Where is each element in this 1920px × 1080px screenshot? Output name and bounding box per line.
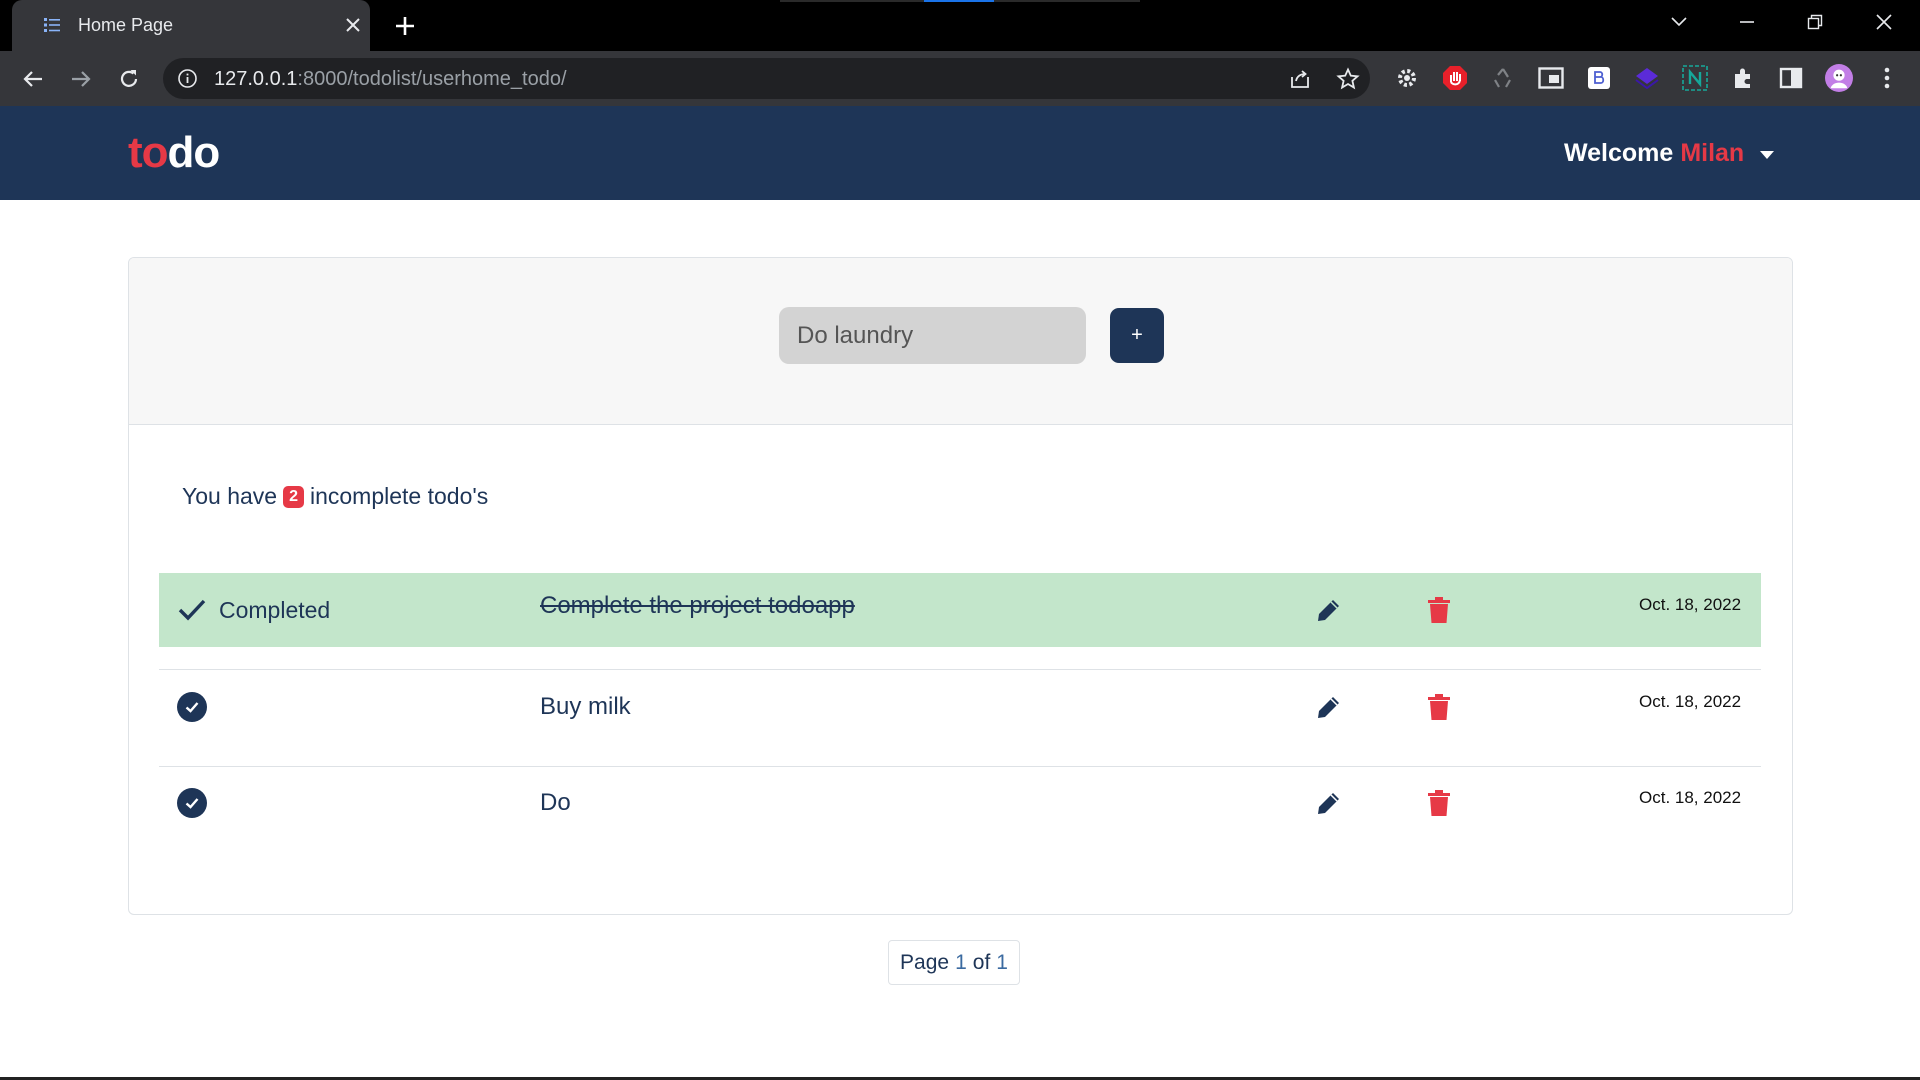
status-cell[interactable] — [177, 766, 207, 840]
tab-strip: Home Page — [0, 0, 1920, 51]
trash-icon[interactable] — [1427, 789, 1451, 817]
restore-icon[interactable] — [1797, 8, 1833, 36]
todo-row-completed: Completed Complete the project todoapp O… — [159, 573, 1761, 647]
site-navbar: todo Welcome Milan — [0, 106, 1920, 200]
todo-card: + You have 2 incomplete todo's Completed… — [128, 257, 1793, 915]
address-bar[interactable]: 127.0.0.1:8000/todolist/userhome_todo/ — [163, 58, 1370, 99]
puzzle-extension-icon[interactable] — [1729, 64, 1757, 92]
pencil-icon[interactable] — [1316, 790, 1342, 816]
browser-toolbar: 127.0.0.1:8000/todolist/userhome_todo/ — [0, 51, 1920, 106]
b-extension-icon[interactable] — [1585, 64, 1613, 92]
window-extension-icon[interactable] — [1537, 64, 1565, 92]
caret-down-icon — [1760, 150, 1775, 159]
profile-avatar-icon[interactable] — [1825, 64, 1853, 92]
complete-toggle-icon[interactable] — [177, 692, 207, 722]
todo-date: Oct. 18, 2022 — [1639, 788, 1742, 807]
adblock-extension-icon[interactable] — [1441, 64, 1469, 92]
tab-search-icon[interactable] — [1661, 8, 1697, 36]
n-extension-icon[interactable] — [1681, 64, 1709, 92]
pencil-icon[interactable] — [1316, 694, 1342, 720]
incomplete-count-badge: 2 — [283, 485, 304, 508]
trash-icon[interactable] — [1427, 596, 1451, 624]
todo-row: Buy milk Oct. 18, 2022 — [159, 670, 1761, 744]
status-label: Completed — [219, 596, 331, 623]
status-cell[interactable]: Completed — [177, 573, 330, 647]
new-task-input[interactable] — [779, 307, 1086, 364]
user-dropdown[interactable]: Welcome Milan — [1564, 139, 1775, 168]
summary-suffix: incomplete todo's — [309, 483, 489, 509]
close-window-icon[interactable] — [1866, 8, 1902, 36]
recycle-extension-icon[interactable] — [1489, 64, 1517, 92]
summary-prefix: You have — [182, 483, 278, 509]
username: Milan — [1680, 139, 1745, 167]
reload-icon[interactable] — [113, 63, 145, 95]
todo-date: Oct. 18, 2022 — [1639, 692, 1742, 711]
share-icon[interactable] — [1288, 67, 1312, 91]
close-tab-icon[interactable] — [340, 12, 366, 38]
page-label: Page — [900, 950, 950, 974]
current-page: 1 — [955, 950, 967, 974]
complete-toggle-icon[interactable] — [177, 788, 207, 818]
total-pages: 1 — [996, 950, 1008, 974]
incomplete-summary: You have 2 incomplete todo's — [182, 483, 488, 510]
todo-row: Do Oct. 18, 2022 — [159, 766, 1761, 840]
check-icon — [178, 599, 206, 621]
pagination-indicator: Page 1 of 1 — [888, 940, 1020, 985]
star-icon[interactable] — [1336, 67, 1360, 91]
add-task-button[interactable]: + — [1110, 308, 1164, 363]
brand-logo[interactable]: todo — [128, 128, 221, 178]
gear-extension-icon[interactable] — [1393, 64, 1421, 92]
url-text[interactable]: 127.0.0.1:8000/todolist/userhome_todo/ — [214, 68, 567, 91]
todo-title: Buy milk — [540, 693, 631, 720]
back-icon[interactable] — [17, 63, 49, 95]
forward-icon[interactable] — [65, 63, 97, 95]
card-header: + — [129, 258, 1792, 425]
menu-dots-icon[interactable] — [1873, 64, 1901, 92]
todo-date: Oct. 18, 2022 — [1639, 595, 1742, 614]
info-icon[interactable] — [177, 68, 198, 89]
url-path: :8000/todolist/userhome_todo/ — [297, 68, 567, 90]
todo-title: Complete the project todoapp — [540, 592, 855, 619]
browser-tab[interactable]: Home Page — [12, 0, 370, 51]
new-tab-icon[interactable] — [390, 11, 420, 41]
tab-title: Home Page — [78, 15, 174, 35]
list-icon — [44, 18, 60, 32]
loading-indicator — [924, 0, 994, 2]
minimize-icon[interactable] — [1729, 8, 1765, 36]
of-label: of — [972, 950, 991, 974]
trash-icon[interactable] — [1427, 693, 1451, 721]
brand-part-do: do — [167, 128, 221, 177]
welcome-label: Welcome — [1564, 139, 1674, 167]
side-panel-icon[interactable] — [1777, 64, 1805, 92]
brand-part-to: to — [128, 128, 169, 177]
todo-title: Do — [540, 789, 571, 816]
status-cell[interactable] — [177, 670, 207, 744]
pencil-icon[interactable] — [1316, 597, 1342, 623]
layers-extension-icon[interactable] — [1633, 64, 1661, 92]
url-host: 127.0.0.1 — [214, 68, 298, 90]
